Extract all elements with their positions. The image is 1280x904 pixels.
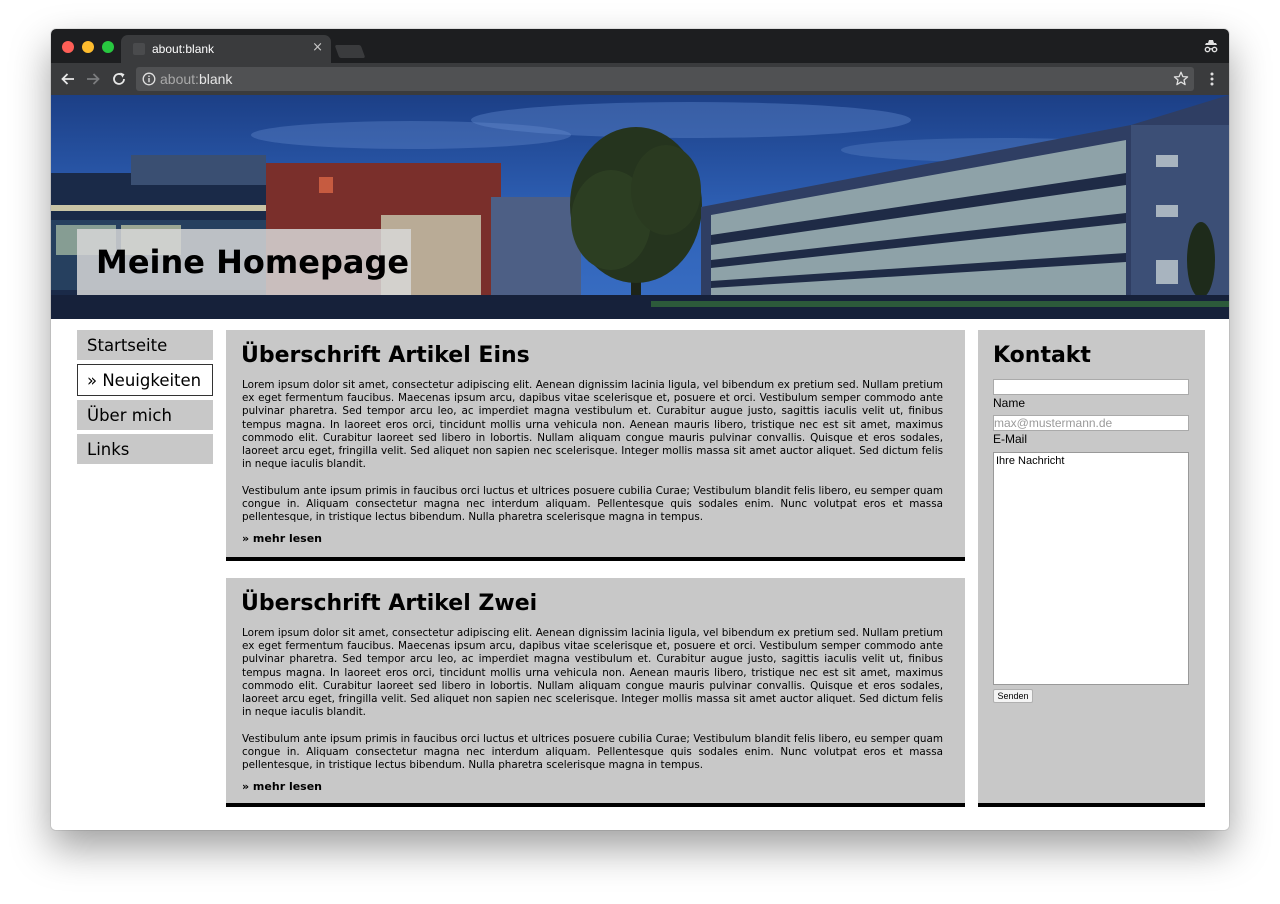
close-window-button[interactable] bbox=[62, 41, 74, 53]
minimize-window-button[interactable] bbox=[82, 41, 94, 53]
site-title: Meine Homepage bbox=[96, 243, 410, 281]
nav-item-label: Über mich bbox=[87, 406, 172, 425]
email-input[interactable] bbox=[993, 415, 1189, 431]
name-input[interactable] bbox=[993, 379, 1189, 395]
forward-arrow-icon[interactable] bbox=[84, 70, 102, 88]
browser-toolbar: about:blank bbox=[51, 63, 1229, 95]
new-tab-button[interactable] bbox=[334, 45, 366, 58]
back-arrow-icon[interactable] bbox=[59, 70, 77, 88]
url-scheme: about: bbox=[160, 71, 199, 87]
contact-title: Kontakt bbox=[993, 343, 1091, 368]
article-card: Überschrift Artikel Zwei Lorem ipsum dol… bbox=[226, 578, 965, 807]
kebab-menu-icon[interactable] bbox=[1204, 71, 1220, 87]
send-button[interactable]: Senden bbox=[993, 689, 1033, 703]
browser-window: about:blank × about:blank Meine Homepage… bbox=[51, 29, 1229, 830]
tab-strip: about:blank × bbox=[51, 29, 1229, 63]
browser-tab[interactable]: about:blank × bbox=[121, 35, 331, 63]
email-label: E-Mail bbox=[993, 432, 1028, 446]
article-title: Überschrift Artikel Zwei bbox=[241, 591, 538, 616]
tab-close-icon[interactable]: × bbox=[312, 40, 323, 56]
name-label: Name bbox=[993, 396, 1026, 410]
message-textarea[interactable]: Ihre Nachricht bbox=[993, 452, 1189, 685]
article-paragraph: Vestibulum ante ipsum primis in faucibus… bbox=[242, 485, 943, 524]
address-bar[interactable]: about:blank bbox=[136, 67, 1194, 91]
info-icon[interactable] bbox=[142, 72, 156, 86]
bookmark-star-icon[interactable] bbox=[1172, 70, 1190, 88]
web-page: Meine Homepage Startseite » Neuigkeiten … bbox=[51, 95, 1229, 830]
read-more-link[interactable]: » mehr lesen bbox=[242, 780, 322, 793]
incognito-icon bbox=[1204, 40, 1218, 53]
nav-item-label: Links bbox=[87, 440, 130, 459]
nav-item-startseite[interactable]: Startseite bbox=[77, 330, 213, 360]
url-path: blank bbox=[198, 71, 233, 87]
tab-title: about:blank bbox=[152, 42, 215, 56]
contact-panel: Kontakt Name E-Mail Ihre Nachricht Sende… bbox=[978, 330, 1205, 807]
page-icon bbox=[133, 43, 145, 55]
header-banner-image: Meine Homepage bbox=[51, 95, 1229, 319]
nav-item-ueber-mich[interactable]: Über mich bbox=[77, 400, 213, 430]
site-title-box: Meine Homepage bbox=[77, 229, 411, 295]
article-paragraph: Lorem ipsum dolor sit amet, consectetur … bbox=[242, 627, 943, 719]
article-paragraph: Vestibulum ante ipsum primis in faucibus… bbox=[242, 733, 943, 772]
address-url: about:blank bbox=[160, 71, 232, 87]
main-navigation: Startseite » Neuigkeiten Über mich Links bbox=[77, 330, 213, 468]
article-card: Überschrift Artikel Eins Lorem ipsum dol… bbox=[226, 330, 965, 561]
nav-item-links[interactable]: Links bbox=[77, 434, 213, 464]
nav-item-label: » Neuigkeiten bbox=[87, 371, 202, 390]
reload-icon[interactable] bbox=[110, 70, 128, 88]
maximize-window-button[interactable] bbox=[102, 41, 114, 53]
nav-item-label: Startseite bbox=[87, 336, 168, 355]
article-title: Überschrift Artikel Eins bbox=[241, 343, 530, 368]
article-paragraph: Lorem ipsum dolor sit amet, consectetur … bbox=[242, 379, 943, 471]
read-more-link[interactable]: » mehr lesen bbox=[242, 532, 322, 545]
nav-item-neuigkeiten[interactable]: » Neuigkeiten bbox=[77, 364, 213, 396]
